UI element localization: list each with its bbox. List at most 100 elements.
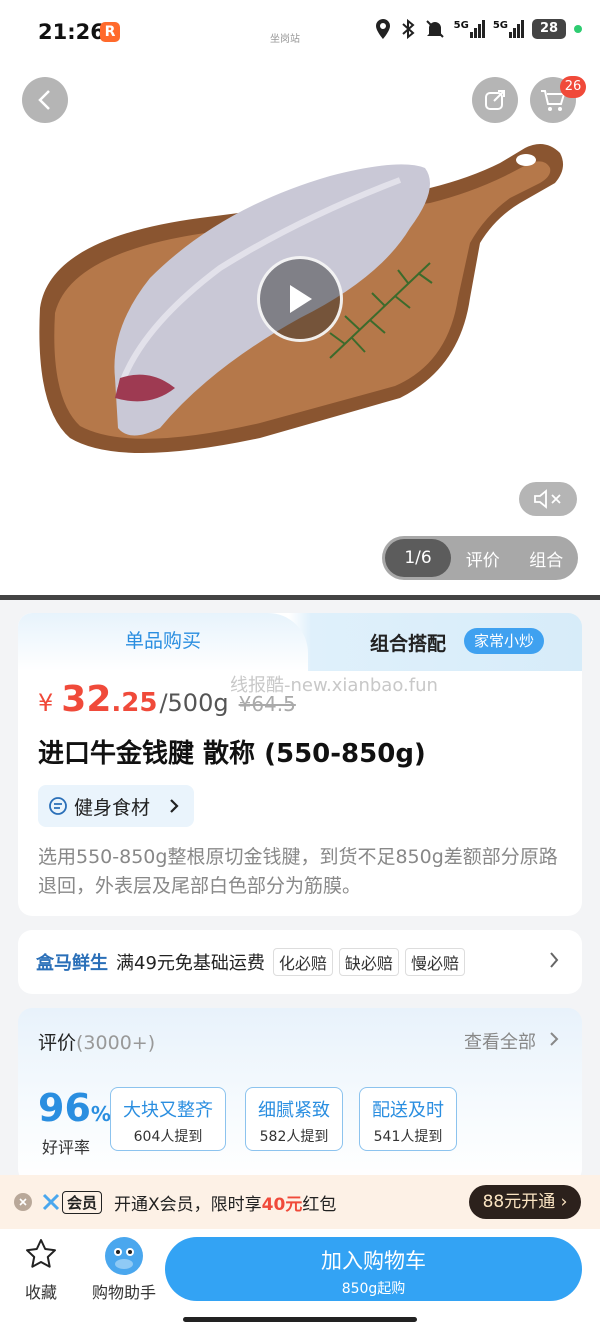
membership-banner[interactable]: 会员 开通X会员，限时享40元红包 88元开通 › [0, 1175, 600, 1229]
mute-button[interactable] [519, 482, 577, 516]
guarantee-tag: 化必赔 [272, 948, 333, 976]
review-keyword-chip[interactable]: 大块又整齐 604人提到 [110, 1087, 226, 1151]
pager-current[interactable]: 1/6 [385, 539, 451, 577]
keyword-count: 604人提到 [133, 1129, 203, 1145]
status-center-text: 坐岗站 [270, 34, 300, 45]
promo-amount: 40元 [261, 1194, 303, 1215]
media-pager: 1/6 评价 组合 [382, 536, 578, 580]
signal-bar [521, 20, 524, 38]
member-label: 会员 [62, 1190, 103, 1214]
signal-bar [509, 32, 512, 38]
free-shipping-text: 满49元免基础运费 [116, 953, 265, 974]
signal-bar [481, 20, 485, 38]
hippo-mascot-icon [105, 1237, 143, 1275]
review-keyword-chip[interactable]: 细腻紧致 582人提到 [245, 1087, 343, 1151]
brand-name: 盒马鲜生 [36, 953, 108, 974]
keyword-title: 细腻紧致 [258, 1100, 330, 1121]
product-media[interactable]: 26 1/6 评价 组合 [0, 68, 600, 595]
battery-icon: 28 [532, 19, 566, 39]
mascot-face [114, 1248, 134, 1269]
reviews-count: (3000+) [76, 1032, 156, 1054]
reviews-section: 评价(3000+) 查看全部 96% 好评率 大块又整齐 604人提到 细腻紧致… [18, 1008, 582, 1183]
open-membership-button[interactable]: 88元开通 › [469, 1185, 581, 1219]
price-symbol: ¥ [38, 689, 54, 717]
status-time: 21:26 [38, 20, 105, 44]
x-logo-icon [42, 1193, 60, 1211]
positive-rate-unit: % [90, 1102, 111, 1126]
network-label-1: 5G [453, 20, 469, 31]
assistant-label: 购物助手 [91, 1283, 156, 1302]
membership-promo-text: 开通X会员，限时享40元红包 [114, 1190, 336, 1215]
positive-rate: 96% [38, 1086, 111, 1130]
signal-bar [517, 24, 520, 38]
play-video-button[interactable] [257, 256, 343, 342]
bluetooth-icon [401, 18, 415, 40]
keyword-title: 大块又整齐 [123, 1100, 213, 1121]
bottom-action-bar: 收藏 购物助手 加入购物车 850g起购 [0, 1229, 600, 1335]
reviews-title: 评价(3000+) [38, 1028, 155, 1055]
cart-count-badge: 26 [560, 76, 586, 98]
keyword-count: 541人提到 [373, 1129, 443, 1145]
reviews-label: 评价 [38, 1032, 77, 1054]
chevron-right-icon [550, 1032, 559, 1046]
status-bar: 21:26 R 坐岗站 5G 5G 28 [0, 0, 600, 68]
signal-bar [473, 28, 477, 38]
product-info-card: 线报酷-new.xianbao.fun ¥ 32 .25 /500g ¥64.5… [18, 671, 582, 916]
star-icon [26, 1239, 56, 1268]
review-keyword-chip[interactable]: 配送及时 541人提到 [359, 1087, 457, 1151]
share-button[interactable] [472, 77, 518, 123]
promo-suffix: 红包 [302, 1194, 337, 1215]
chevron-left-icon [38, 90, 50, 110]
guarantee-tag: 慢必赔 [404, 948, 465, 976]
network-label-2: 5G [492, 20, 508, 31]
min-quantity-label: 850g起购 [341, 1281, 406, 1297]
price-decimal: .25 [111, 688, 158, 718]
list-icon [49, 797, 67, 815]
signal-bar [513, 28, 516, 38]
pager-tab-combo[interactable]: 组合 [515, 546, 579, 571]
positive-rate-label: 好评率 [42, 1138, 91, 1157]
chevron-right-icon [550, 952, 559, 968]
fitness-food-tag[interactable]: 健身食材 [38, 785, 195, 827]
divider [0, 595, 600, 600]
positive-rate-value: 96 [38, 1086, 91, 1130]
app-badge-icon: R [100, 22, 120, 42]
pager-tab-reviews[interactable]: 评价 [451, 546, 515, 571]
location-icon [375, 19, 390, 39]
product-description: 选用550-850g整根原切金钱腱，到货不足850g差额部分原路退回，外表层及尾… [38, 846, 558, 897]
price-row: ¥ 32 .25 /500g ¥64.5 [38, 679, 296, 720]
fitness-tag-label: 健身食材 [74, 796, 151, 819]
combo-tag[interactable]: 家常小炒 [464, 628, 545, 654]
x-member-logo: 会员 [42, 1190, 103, 1214]
speaker-muted-icon [534, 489, 561, 509]
mute-bell-icon [425, 20, 444, 38]
close-icon [19, 1198, 27, 1206]
guarantee-tag: 缺必赔 [338, 948, 399, 976]
signal-2-icon: 5G [493, 20, 524, 38]
favorite-label: 收藏 [24, 1283, 57, 1302]
tab-combo[interactable]: 组合搭配 [370, 629, 446, 656]
price-integer: 32 [61, 679, 112, 720]
original-price: ¥64.5 [238, 692, 296, 716]
signal-1-icon: 5G [454, 20, 485, 38]
status-icons: 5G 5G 28 [374, 18, 582, 40]
home-indicator[interactable] [183, 1317, 417, 1322]
product-title: 进口牛金钱腱 散称 (550-850g) [38, 739, 426, 769]
keyword-count: 582人提到 [259, 1129, 329, 1145]
view-all-reviews-link[interactable]: 查看全部 [464, 1028, 536, 1054]
add-to-cart-button[interactable]: 加入购物车 850g起购 [165, 1237, 582, 1301]
back-button[interactable] [22, 77, 68, 123]
privacy-dot [574, 25, 582, 33]
price-unit: /500g [159, 689, 229, 717]
tab-single-purchase[interactable]: 单品购买 [18, 613, 308, 671]
favorite-button[interactable]: 收藏 [18, 1237, 64, 1303]
play-icon [290, 285, 312, 313]
shopping-assistant-button[interactable]: 购物助手 [88, 1237, 160, 1303]
chevron-right-icon [170, 799, 179, 813]
close-banner-button[interactable] [14, 1193, 32, 1211]
keyword-title: 配送及时 [372, 1100, 444, 1121]
add-to-cart-label: 加入购物车 [321, 1249, 426, 1273]
shipping-info[interactable]: 盒马鲜生 满49元免基础运费 化必赔 缺必赔 慢必赔 [18, 930, 582, 994]
signal-bar [477, 24, 481, 38]
signal-bar [469, 32, 473, 38]
